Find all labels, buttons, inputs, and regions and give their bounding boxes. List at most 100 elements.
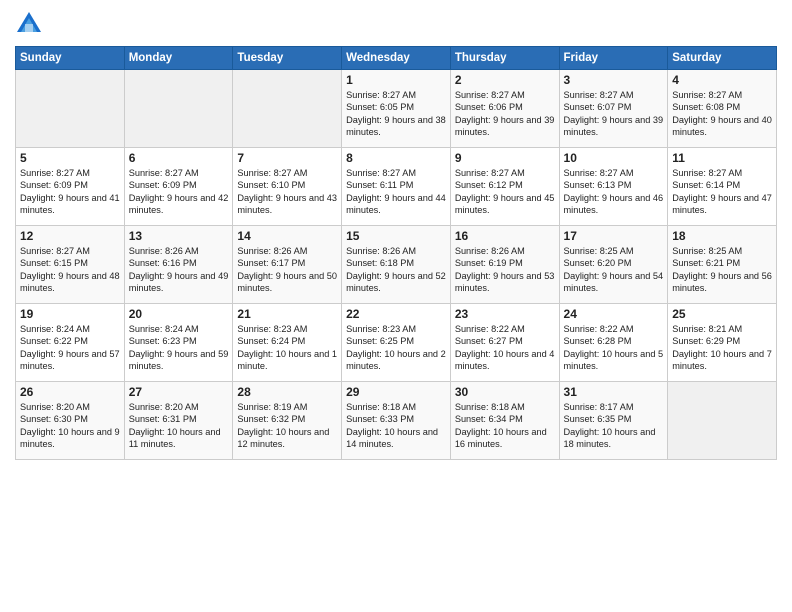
day-number: 1	[346, 73, 446, 87]
calendar-cell: 7Sunrise: 8:27 AM Sunset: 6:10 PM Daylig…	[233, 148, 342, 226]
calendar-cell: 21 Sunrise: 8:23 AM Sunset: 6:24 PM Dayli…	[233, 304, 342, 382]
calendar-cell: 13 Sunrise: 8:26 AM Sunset: 6:16 PM Dayli…	[124, 226, 233, 304]
calendar-cell: 19Sunrise: 8:24 AM Sunset: 6:22 PM Dayli…	[16, 304, 125, 382]
day-number: 19	[20, 307, 120, 321]
day-number: 30	[455, 385, 555, 399]
day-info: Sunrise: 8:27 AM Sunset: 6:12 PM Dayligh…	[455, 167, 555, 217]
day-number: 14	[237, 229, 337, 243]
calendar-page: SundayMondayTuesdayWednesdayThursdayFrid…	[0, 0, 792, 612]
day-number: 25	[672, 307, 772, 321]
day-info: Sunrise: 8:22 AM Sunset: 6:28 PM Dayligh…	[564, 323, 664, 373]
calendar-cell: 14 Sunrise: 8:26 AM Sunset: 6:17 PM Dayli…	[233, 226, 342, 304]
day-info: Sunrise: 8:22 AM Sunset: 6:27 PM Dayligh…	[455, 323, 555, 373]
day-header-monday: Monday	[124, 47, 233, 70]
day-info: Sunrise: 8:25 AM Sunset: 6:20 PM Dayligh…	[564, 245, 664, 295]
calendar-cell: 18Sunrise: 8:25 AM Sunset: 6:21 PM Dayli…	[668, 226, 777, 304]
day-number: 26	[20, 385, 120, 399]
calendar-cell: 11 Sunrise: 8:27 AM Sunset: 6:14 PM Dayli…	[668, 148, 777, 226]
calendar-cell	[233, 70, 342, 148]
day-info: Sunrise: 8:25 AM Sunset: 6:21 PM Dayligh…	[672, 245, 772, 295]
day-number: 11	[672, 151, 772, 165]
day-info: Sunrise: 8:18 AM Sunset: 6:33 PM Dayligh…	[346, 401, 446, 451]
calendar-cell: 15 Sunrise: 8:26 AM Sunset: 6:18 PM Dayli…	[342, 226, 451, 304]
day-info: Sunrise: 8:26 AM Sunset: 6:16 PM Dayligh…	[129, 245, 229, 295]
day-header-sunday: Sunday	[16, 47, 125, 70]
day-number: 10	[564, 151, 664, 165]
calendar-cell: 31Sunrise: 8:17 AM Sunset: 6:35 PM Dayli…	[559, 382, 668, 460]
calendar-cell: 2 Sunrise: 8:27 AM Sunset: 6:06 PM Daylig…	[450, 70, 559, 148]
day-info: Sunrise: 8:27 AM Sunset: 6:09 PM Dayligh…	[129, 167, 229, 217]
day-number: 16	[455, 229, 555, 243]
day-number: 29	[346, 385, 446, 399]
day-header-saturday: Saturday	[668, 47, 777, 70]
day-number: 9	[455, 151, 555, 165]
calendar-cell: 12Sunrise: 8:27 AM Sunset: 6:15 PM Dayli…	[16, 226, 125, 304]
day-info: Sunrise: 8:23 AM Sunset: 6:24 PM Dayligh…	[237, 323, 337, 373]
day-number: 5	[20, 151, 120, 165]
header	[15, 10, 777, 38]
day-header-thursday: Thursday	[450, 47, 559, 70]
day-number: 23	[455, 307, 555, 321]
day-info: Sunrise: 8:26 AM Sunset: 6:19 PM Dayligh…	[455, 245, 555, 295]
logo	[15, 10, 47, 38]
calendar-cell: 20 Sunrise: 8:24 AM Sunset: 6:23 PM Dayli…	[124, 304, 233, 382]
calendar-cell: 27Sunrise: 8:20 AM Sunset: 6:31 PM Dayli…	[124, 382, 233, 460]
day-info: Sunrise: 8:27 AM Sunset: 6:06 PM Dayligh…	[455, 89, 555, 139]
calendar-cell: 16 Sunrise: 8:26 AM Sunset: 6:19 PM Dayli…	[450, 226, 559, 304]
calendar-cell	[16, 70, 125, 148]
day-number: 20	[129, 307, 229, 321]
day-info: Sunrise: 8:27 AM Sunset: 6:13 PM Dayligh…	[564, 167, 664, 217]
day-header-tuesday: Tuesday	[233, 47, 342, 70]
day-info: Sunrise: 8:27 AM Sunset: 6:15 PM Dayligh…	[20, 245, 120, 295]
day-number: 2	[455, 73, 555, 87]
day-info: Sunrise: 8:20 AM Sunset: 6:31 PM Dayligh…	[129, 401, 229, 451]
calendar-cell: 1 Sunrise: 8:27 AM Sunset: 6:05 PM Daylig…	[342, 70, 451, 148]
day-info: Sunrise: 8:27 AM Sunset: 6:14 PM Dayligh…	[672, 167, 772, 217]
calendar-week-0: 1 Sunrise: 8:27 AM Sunset: 6:05 PM Daylig…	[16, 70, 777, 148]
day-number: 22	[346, 307, 446, 321]
day-header-wednesday: Wednesday	[342, 47, 451, 70]
calendar-cell: 22 Sunrise: 8:23 AM Sunset: 6:25 PM Dayli…	[342, 304, 451, 382]
day-info: Sunrise: 8:24 AM Sunset: 6:23 PM Dayligh…	[129, 323, 229, 373]
day-number: 24	[564, 307, 664, 321]
calendar-week-2: 12Sunrise: 8:27 AM Sunset: 6:15 PM Dayli…	[16, 226, 777, 304]
day-info: Sunrise: 8:27 AM Sunset: 6:07 PM Dayligh…	[564, 89, 664, 139]
day-info: Sunrise: 8:19 AM Sunset: 6:32 PM Dayligh…	[237, 401, 337, 451]
calendar-week-4: 26 Sunrise: 8:20 AM Sunset: 6:30 PM Dayli…	[16, 382, 777, 460]
day-number: 13	[129, 229, 229, 243]
day-info: Sunrise: 8:17 AM Sunset: 6:35 PM Dayligh…	[564, 401, 664, 451]
day-number: 4	[672, 73, 772, 87]
day-info: Sunrise: 8:27 AM Sunset: 6:09 PM Dayligh…	[20, 167, 120, 217]
calendar-cell: 29 Sunrise: 8:18 AM Sunset: 6:33 PM Dayli…	[342, 382, 451, 460]
day-info: Sunrise: 8:18 AM Sunset: 6:34 PM Dayligh…	[455, 401, 555, 451]
day-info: Sunrise: 8:23 AM Sunset: 6:25 PM Dayligh…	[346, 323, 446, 373]
logo-icon	[15, 10, 43, 38]
calendar-cell	[668, 382, 777, 460]
day-info: Sunrise: 8:27 AM Sunset: 6:08 PM Dayligh…	[672, 89, 772, 139]
calendar-cell: 3 Sunrise: 8:27 AM Sunset: 6:07 PM Daylig…	[559, 70, 668, 148]
day-info: Sunrise: 8:27 AM Sunset: 6:11 PM Dayligh…	[346, 167, 446, 217]
calendar-header-row: SundayMondayTuesdayWednesdayThursdayFrid…	[16, 47, 777, 70]
calendar-cell: 23 Sunrise: 8:22 AM Sunset: 6:27 PM Dayli…	[450, 304, 559, 382]
day-number: 17	[564, 229, 664, 243]
day-info: Sunrise: 8:26 AM Sunset: 6:18 PM Dayligh…	[346, 245, 446, 295]
calendar-cell: 30 Sunrise: 8:18 AM Sunset: 6:34 PM Dayli…	[450, 382, 559, 460]
calendar-cell: 9 Sunrise: 8:27 AM Sunset: 6:12 PM Daylig…	[450, 148, 559, 226]
day-info: Sunrise: 8:27 AM Sunset: 6:05 PM Dayligh…	[346, 89, 446, 139]
day-number: 21	[237, 307, 337, 321]
calendar-week-1: 5 Sunrise: 8:27 AM Sunset: 6:09 PM Daylig…	[16, 148, 777, 226]
calendar-cell: 4 Sunrise: 8:27 AM Sunset: 6:08 PM Daylig…	[668, 70, 777, 148]
day-info: Sunrise: 8:27 AM Sunset: 6:10 PM Dayligh…	[237, 167, 337, 217]
calendar-cell: 28Sunrise: 8:19 AM Sunset: 6:32 PM Dayli…	[233, 382, 342, 460]
calendar-cell: 26 Sunrise: 8:20 AM Sunset: 6:30 PM Dayli…	[16, 382, 125, 460]
calendar-cell: 24 Sunrise: 8:22 AM Sunset: 6:28 PM Dayli…	[559, 304, 668, 382]
day-info: Sunrise: 8:26 AM Sunset: 6:17 PM Dayligh…	[237, 245, 337, 295]
calendar-cell	[124, 70, 233, 148]
day-number: 3	[564, 73, 664, 87]
day-number: 8	[346, 151, 446, 165]
calendar-cell: 10 Sunrise: 8:27 AM Sunset: 6:13 PM Dayli…	[559, 148, 668, 226]
day-info: Sunrise: 8:21 AM Sunset: 6:29 PM Dayligh…	[672, 323, 772, 373]
day-number: 15	[346, 229, 446, 243]
day-header-friday: Friday	[559, 47, 668, 70]
day-info: Sunrise: 8:20 AM Sunset: 6:30 PM Dayligh…	[20, 401, 120, 451]
